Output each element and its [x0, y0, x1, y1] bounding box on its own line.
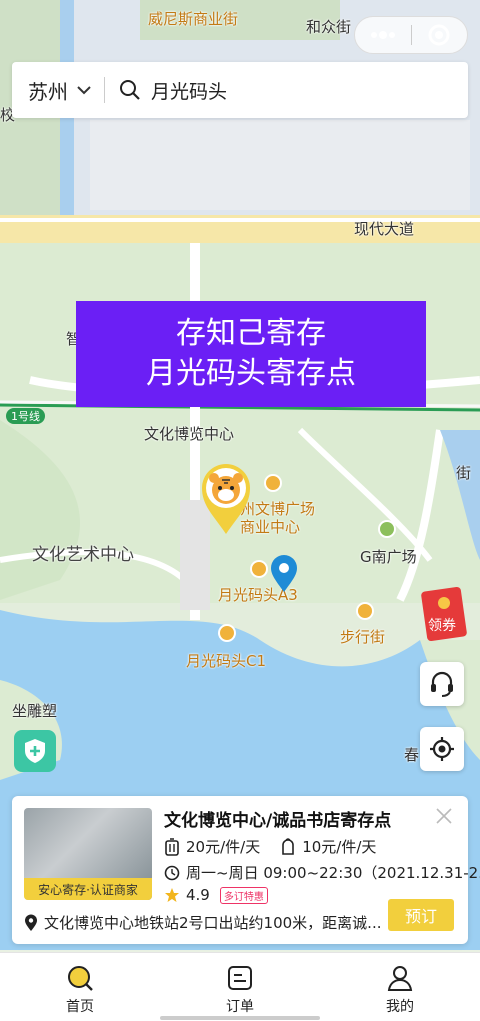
locate-button[interactable] — [420, 727, 464, 771]
location-marker-icon — [25, 914, 37, 931]
user-icon — [387, 966, 413, 991]
tab-home-label: 首页 — [66, 999, 94, 1015]
poi-icon[interactable] — [218, 624, 236, 642]
star-icon — [165, 888, 179, 902]
storage-pin-icon[interactable] — [200, 462, 252, 536]
search-input[interactable]: 月光码头 — [105, 77, 227, 104]
home-search-icon — [68, 966, 93, 991]
tab-mine[interactable]: 我的 — [320, 953, 480, 1021]
more-button[interactable] — [355, 17, 411, 53]
location-pin-icon[interactable] — [270, 555, 298, 593]
map-label-diaosu: 坐雕塑 — [12, 702, 58, 720]
headset-icon — [431, 671, 453, 697]
price-row: 20元/件/天 10元/件/天 — [164, 836, 376, 857]
crosshair-icon — [430, 737, 454, 761]
banner-line-1: 存知己寄存 — [176, 316, 326, 351]
price-piece: 20元/件/天 — [186, 838, 261, 856]
card-title: 文化博览中心/诚品书店寄存点 — [164, 811, 392, 831]
hours-row: 周一~周日 09:00~22:30（2021.12.31-2... — [164, 862, 480, 883]
safety-button[interactable] — [14, 730, 56, 772]
city-selector[interactable]: 苏州 — [12, 76, 104, 105]
map-label-chun: 春 — [404, 746, 420, 764]
tab-orders[interactable]: 订单 — [160, 953, 320, 1021]
banner-line-2: 月光码头寄存点 — [146, 356, 356, 391]
map-label-hezhong: 和众街 — [306, 18, 352, 36]
price-bag: 10元/件/天 — [302, 838, 377, 856]
target-circle-icon — [428, 24, 450, 46]
tab-orders-label: 订单 — [226, 999, 254, 1015]
clock-icon — [164, 865, 180, 880]
map-label-shi: 街 — [456, 464, 472, 482]
shield-plus-icon — [25, 739, 45, 763]
orders-icon — [228, 966, 252, 990]
subway-line-badge: 1号线 — [6, 408, 45, 424]
address-row: 文化博览中心地铁站2号口出站约100米，距离诚... — [24, 912, 381, 933]
map-label-c1: 月光码头C1 — [186, 652, 267, 670]
rating-value: 4.9 — [186, 886, 210, 904]
home-indicator — [160, 1016, 320, 1020]
close-miniprogram-button[interactable] — [412, 17, 468, 53]
coupon-label: 领券 — [428, 618, 456, 634]
storage-photo: 安心寄存·认证商家 — [24, 808, 152, 900]
tab-bar: 首页 订单 我的 — [0, 952, 480, 1021]
discount-badge: 多订特惠 — [219, 886, 268, 904]
rating-row: 4.9 多订特惠 — [164, 886, 268, 904]
luggage-icon — [165, 837, 179, 856]
poi-icon[interactable] — [264, 474, 282, 492]
map-label-buxing: 步行街 — [340, 628, 386, 646]
search-bar: 苏州 月光码头 — [12, 62, 468, 118]
chevron-down-icon — [77, 86, 91, 95]
city-label: 苏州 — [28, 79, 68, 104]
poi-icon[interactable] — [356, 602, 374, 620]
miniprogram-capsule — [354, 16, 468, 54]
coupon-button[interactable]: 领券 — [420, 585, 468, 643]
map-label-gnan: G南广场 — [360, 548, 417, 566]
book-button[interactable]: 预订 — [388, 899, 454, 931]
customer-service-button[interactable] — [420, 662, 464, 706]
map-label-bolan: 文化博览中心 — [144, 425, 235, 443]
tab-home[interactable]: 首页 — [0, 953, 160, 1021]
address-text: 文化博览中心地铁站2号口出站约100米，距离诚... — [44, 914, 382, 932]
search-icon — [120, 80, 140, 100]
poi-icon[interactable] — [378, 520, 396, 538]
backpack-icon — [282, 837, 295, 855]
promo-banner: 存知己寄存 月光码头寄存点 — [76, 301, 426, 407]
map-label-xiandai: 现代大道 — [354, 220, 415, 238]
map-label-yishu: 文化艺术中心 — [32, 545, 134, 565]
search-query: 月光码头 — [151, 80, 228, 103]
more-dots-icon — [370, 31, 395, 39]
poi-icon[interactable] — [250, 560, 268, 578]
storage-point-card[interactable]: 安心寄存·认证商家 文化博览中心/诚品书店寄存点 20元/件/天 10元/件/天… — [12, 796, 480, 944]
certified-tag: 安心寄存·认证商家 — [24, 878, 152, 900]
hours-text: 周一~周日 09:00~22:30（2021.12.31-2... — [186, 864, 480, 882]
map-label-weinisi: 威尼斯商业街 — [148, 10, 239, 28]
tab-mine-label: 我的 — [386, 999, 414, 1015]
close-icon[interactable] — [434, 806, 454, 826]
